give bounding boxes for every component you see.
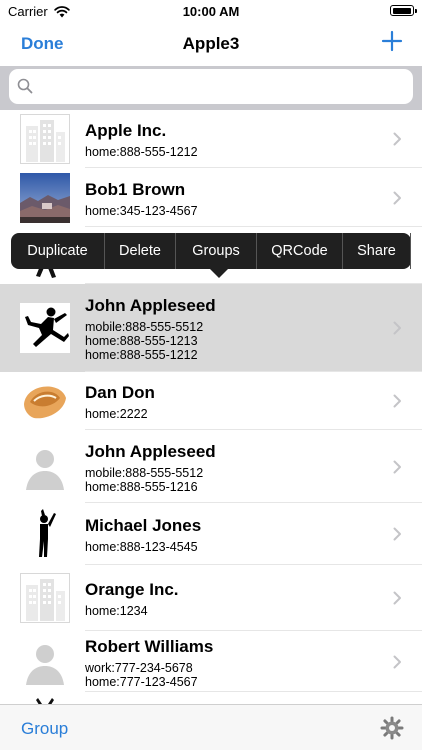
context-menu-arrow <box>210 269 228 278</box>
contact-name: Apple Inc. <box>85 121 167 140</box>
contact-phones: home:1234 <box>85 604 148 618</box>
contact-row[interactable]: John Appleseed mobile:888-555-5512 home:88… <box>0 284 422 372</box>
phone-number: home:777-123-4567 <box>85 675 198 689</box>
contact-phones: home:345-123-4567 <box>85 204 198 218</box>
search-bar <box>0 66 422 110</box>
chevron-right-icon <box>393 591 401 605</box>
phone-number: home:345-123-4567 <box>85 204 198 218</box>
contact-phones: home:888-123-4545 <box>85 540 198 554</box>
person-placeholder-icon <box>20 442 70 492</box>
phone-number: home:888-123-4545 <box>85 540 198 554</box>
menu-item-qrcode[interactable]: QRCode <box>257 233 343 269</box>
menu-item-delete[interactable]: Delete <box>105 233 176 269</box>
gear-icon[interactable] <box>380 716 404 740</box>
jumping-figure-icon <box>20 303 70 353</box>
phone-number: home:888-555-1212 <box>85 348 198 362</box>
contact-row[interactable]: Robert Williams work:777-234-5678 home:777… <box>0 631 422 692</box>
search-field[interactable] <box>9 69 413 104</box>
contact-row[interactable] <box>0 692 422 704</box>
company-placeholder-icon <box>20 114 70 164</box>
bottom-toolbar: Group <box>0 704 422 750</box>
contact-row[interactable]: Dan Don home:2222 <box>0 372 422 430</box>
landscape-photo <box>20 173 70 223</box>
contact-name: John Appleseed <box>85 442 216 461</box>
menu-item-duplicate[interactable]: Duplicate <box>11 233 105 269</box>
contact-row[interactable]: John Appleseed mobile:888-555-5512 home:88… <box>0 430 422 503</box>
person-placeholder-icon <box>20 637 70 687</box>
contact-name: Bob1 Brown <box>85 180 186 199</box>
chevron-right-icon <box>393 191 401 205</box>
contact-phones: work:777-234-5678 home:777-123-4567 <box>85 661 198 689</box>
contact-phones: mobile:888-555-5512 home:888-555-1216 <box>85 466 203 494</box>
phone-number: work:777-234-5678 <box>85 661 193 675</box>
fortune-cookie-icon <box>20 376 70 426</box>
phone-number: mobile:888-555-5512 <box>85 466 204 480</box>
contact-row[interactable]: Apple Inc. home:888-555-1212 <box>0 110 422 168</box>
company-placeholder-icon <box>20 573 70 623</box>
context-menu: Duplicate Delete Groups QRCode Share <box>11 233 411 278</box>
contact-name: Orange Inc. <box>85 580 179 599</box>
plus-icon[interactable] <box>380 29 404 53</box>
battery-icon <box>390 5 417 16</box>
contact-name: Robert Williams <box>85 637 214 656</box>
chevron-right-icon <box>393 132 401 146</box>
menu-item-groups[interactable]: Groups <box>176 233 257 269</box>
chevron-right-icon <box>393 394 401 408</box>
chevron-right-icon <box>393 321 401 335</box>
contact-name: Dan Don <box>85 383 155 402</box>
contact-row[interactable]: Michael Jones home:888-123-4545 <box>0 503 422 565</box>
navigation-bar: Done Apple3 <box>0 22 422 66</box>
status-bar: Carrier 10:00 AM <box>0 0 422 22</box>
search-icon <box>17 78 33 94</box>
contact-phones: mobile:888-555-5512 home:888-555-1213 home… <box>85 320 203 362</box>
contacts-list: Apple Inc. home:888-555-1212 Bob1 Brown hom… <box>0 110 422 704</box>
phone-number: home:888-555-1216 <box>85 480 198 494</box>
phone-number: home:888-555-1212 <box>85 145 198 159</box>
contact-row[interactable]: Orange Inc. home:1234 <box>0 565 422 631</box>
phone-number: mobile:888-555-5512 <box>85 320 204 334</box>
contact-name: John Appleseed <box>85 296 216 315</box>
contact-phones: home:2222 <box>85 407 148 421</box>
page-title: Apple3 <box>182 34 240 53</box>
dancer-silhouette-icon <box>20 509 70 559</box>
search-input[interactable] <box>39 75 403 99</box>
chevron-right-icon <box>393 655 401 669</box>
chevron-right-icon <box>393 527 401 541</box>
chevron-right-icon <box>393 460 401 474</box>
contact-row[interactable]: Bob1 Brown home:345-123-4567 <box>0 168 422 227</box>
contact-name: Michael Jones <box>85 516 202 535</box>
group-button[interactable]: Group <box>21 719 68 739</box>
phone-number: home:1234 <box>85 604 148 618</box>
phone-number: home:2222 <box>85 407 148 421</box>
menu-item-share[interactable]: Share <box>343 233 411 269</box>
phone-number: home:888-555-1213 <box>85 334 198 348</box>
contact-phones: home:888-555-1212 <box>85 145 198 159</box>
status-time: 10:00 AM <box>182 4 240 19</box>
